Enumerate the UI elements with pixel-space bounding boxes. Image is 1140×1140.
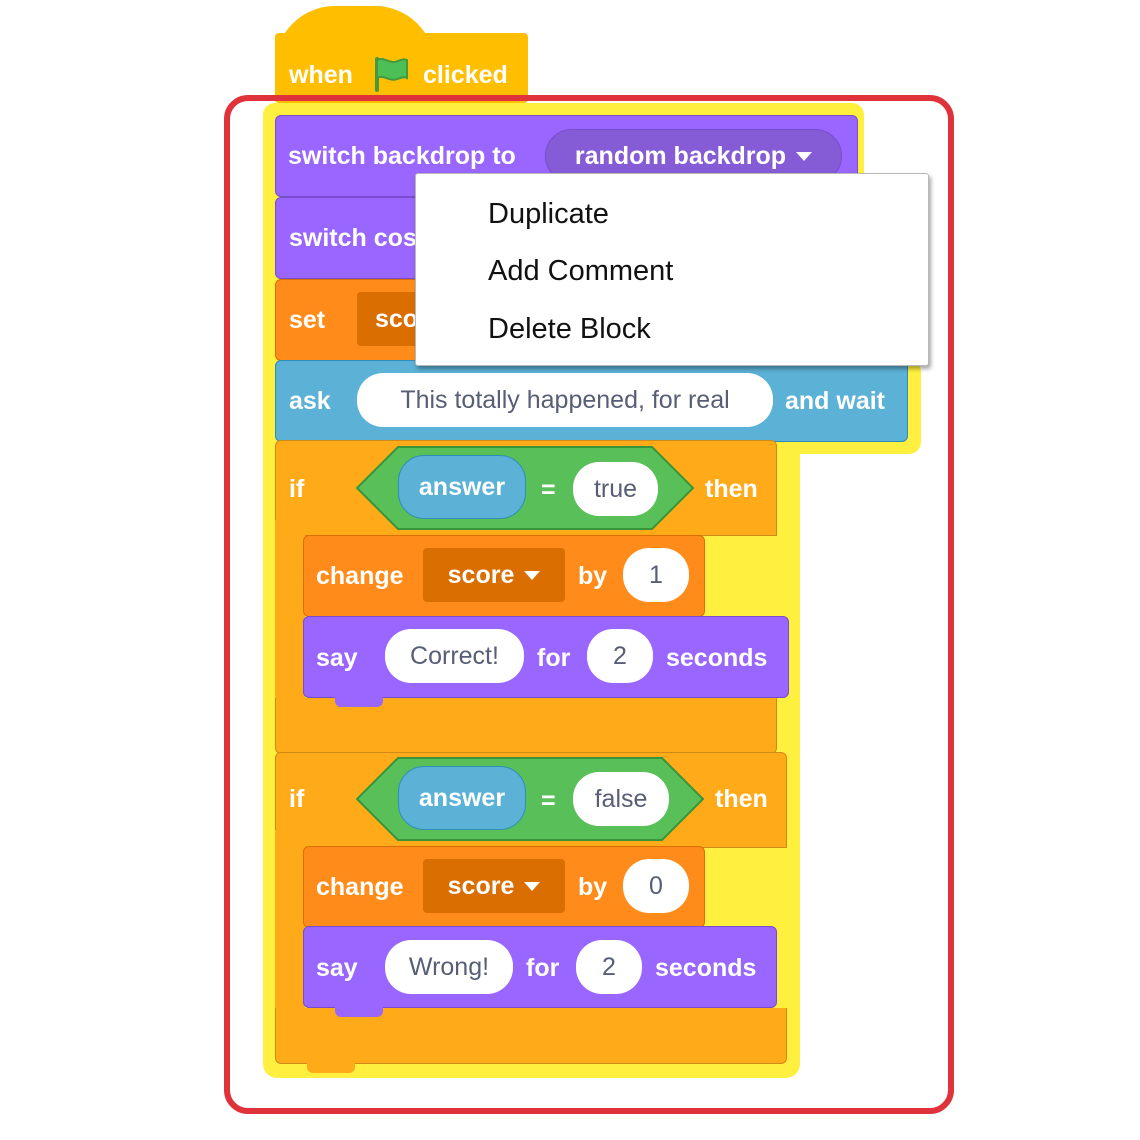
by-label: by xyxy=(578,562,608,590)
set-label: set xyxy=(289,306,326,334)
change-label: change xyxy=(316,562,404,590)
say-text-input[interactable]: Wrong! xyxy=(385,940,513,994)
say-seconds-input[interactable]: 2 xyxy=(587,629,653,683)
if-label: if xyxy=(289,475,305,503)
say-label: say xyxy=(316,954,358,982)
score-variable-value: score xyxy=(447,561,515,589)
change-label: change xyxy=(316,873,404,901)
say-label: say xyxy=(316,644,358,672)
equals-sign: = xyxy=(541,476,556,504)
compare-value-input[interactable]: false xyxy=(573,772,669,826)
for-label: for xyxy=(526,954,560,982)
hat-when-label: when xyxy=(289,61,353,89)
ask-label: ask xyxy=(289,387,331,415)
equals-sign: = xyxy=(541,787,556,815)
ask-and-wait-label: and wait xyxy=(785,387,886,415)
ask-question-input[interactable]: This totally happened, for real xyxy=(357,373,773,427)
chevron-down-icon xyxy=(796,151,813,161)
seconds-label: seconds xyxy=(666,644,768,672)
chevron-down-icon xyxy=(524,881,541,891)
then-label: then xyxy=(705,475,758,503)
hat-clicked-label: clicked xyxy=(423,61,508,89)
chevron-down-icon xyxy=(524,570,541,580)
by-label: by xyxy=(578,873,608,901)
compare-value-input[interactable]: true xyxy=(573,462,658,516)
seconds-label: seconds xyxy=(655,954,757,982)
menu-item-duplicate[interactable]: Duplicate xyxy=(488,196,609,232)
block-context-menu: Duplicate Add Comment Delete Block xyxy=(415,173,929,366)
score-variable-dropdown[interactable]: score xyxy=(423,859,565,913)
change-amount-input[interactable]: 1 xyxy=(623,548,689,602)
score-variable-value: score xyxy=(447,872,515,900)
for-label: for xyxy=(537,644,571,672)
answer-reporter[interactable]: answer xyxy=(398,766,526,830)
switch-costume-label: switch cos xyxy=(289,224,417,252)
change-amount-input[interactable]: 0 xyxy=(623,859,689,913)
score-variable-dropdown[interactable]: score xyxy=(423,548,565,602)
set-variable-value: sco xyxy=(375,305,419,333)
menu-item-add-comment[interactable]: Add Comment xyxy=(488,253,673,289)
then-label: then xyxy=(715,785,768,813)
if-label: if xyxy=(289,785,305,813)
backdrop-dropdown-value: random backdrop xyxy=(574,142,787,170)
menu-item-delete-block[interactable]: Delete Block xyxy=(488,311,651,347)
say-text-input[interactable]: Correct! xyxy=(385,629,524,683)
say-seconds-input[interactable]: 2 xyxy=(576,940,642,994)
switch-backdrop-label: switch backdrop to xyxy=(288,142,516,170)
green-flag-icon xyxy=(372,56,410,97)
answer-reporter[interactable]: answer xyxy=(398,455,526,519)
